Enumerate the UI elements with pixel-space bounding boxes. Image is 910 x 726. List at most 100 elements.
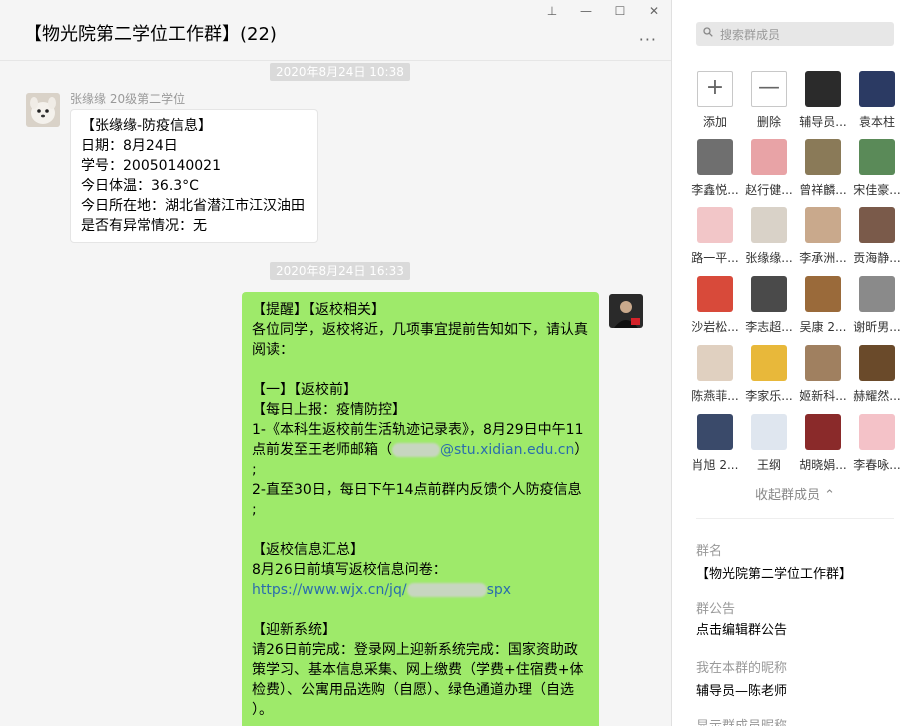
member-item[interactable]: 王纲 xyxy=(744,414,794,473)
member-item[interactable]: 李春咏... xyxy=(852,414,902,473)
sender-avatar[interactable] xyxy=(26,93,60,127)
announcement-value[interactable]: 点击编辑群公告 xyxy=(696,619,787,638)
member-avatar xyxy=(751,414,787,450)
member-name: 吴康 2... xyxy=(799,320,847,334)
chat-pane: 【物光院第二学位工作群】(22) ··· 2020年8月24日 10:38 张缘… xyxy=(0,0,672,726)
message-line: 学号：20050140021 xyxy=(81,158,221,174)
chat-title: 【物光院第二学位工作群】(22) xyxy=(24,24,277,45)
member-avatar xyxy=(859,139,895,175)
member-avatar xyxy=(805,276,841,312)
member-item[interactable]: 赫耀然... xyxy=(852,345,902,404)
member-item[interactable]: 李鑫悦... xyxy=(690,139,740,198)
message-line: 各位同学，返校将近，几项事宜提前告知如下，请认真 xyxy=(252,322,588,338)
member-avatar xyxy=(805,207,841,243)
member-item[interactable]: 李家乐... xyxy=(744,345,794,404)
member-item[interactable]: 胡晓娟... xyxy=(798,414,848,473)
member-avatar xyxy=(859,414,895,450)
group-info-panel: 搜索群成员 + 添加 — 删除 辅导员... 袁本柱 李鑫悦... 赵行健...… xyxy=(672,0,910,726)
incoming-message-bubble[interactable]: 【张缘缘-防疫信息】 日期：8月24日 学号：20050140021 今日体温：… xyxy=(70,109,318,243)
message-line: 是否有异常情况：无 xyxy=(81,218,207,234)
member-item[interactable]: 李志超... xyxy=(744,276,794,335)
divider xyxy=(696,518,894,519)
message-line xyxy=(252,520,599,540)
message-line: 检费）、公寓用品选购（自愿）、绿色通道办理（自选 xyxy=(252,682,574,698)
show-nickname-label: 显示群成员昵称 xyxy=(696,715,787,726)
self-avatar[interactable] xyxy=(609,294,643,328)
member-avatar xyxy=(859,71,895,107)
member-item[interactable]: 路一平... xyxy=(690,207,740,266)
member-name: 李春咏... xyxy=(853,458,901,472)
member-avatar xyxy=(697,414,733,450)
message-line: 2-直至30日，每日下午14点前群内反馈个人防疫信息 xyxy=(252,482,582,498)
search-placeholder: 搜索群成员 xyxy=(720,28,781,42)
survey-link-prefix[interactable]: https://www.wjx.cn/jq/ xyxy=(252,582,407,598)
message-line: ）。 xyxy=(252,702,273,718)
member-avatar xyxy=(859,276,895,312)
message-line: 【每日上报：疫情防控】 xyxy=(252,402,406,418)
group-name-value[interactable]: 【物光院第二学位工作群】 xyxy=(696,563,852,582)
member-name: 赫耀然... xyxy=(853,389,901,403)
member-avatar xyxy=(859,207,895,243)
redacted-blur xyxy=(392,443,440,457)
survey-link-suffix[interactable]: spx xyxy=(487,582,511,598)
member-item[interactable]: 李承洲... xyxy=(798,207,848,266)
member-name: 王纲 xyxy=(756,458,781,472)
message-line: 策学习、基本信息采集、网上缴费（学费+住宿费+体 xyxy=(252,662,584,678)
member-avatar xyxy=(697,139,733,175)
close-icon[interactable]: ✕ xyxy=(647,4,661,18)
member-avatar xyxy=(751,345,787,381)
member-item[interactable]: 姬新科... xyxy=(798,345,848,404)
message-line: 【迎新系统】 xyxy=(252,622,336,638)
member-item[interactable]: 谢昕男... xyxy=(852,276,902,335)
survey-link-line[interactable]: https://www.wjx.cn/jq/spx xyxy=(252,580,599,600)
member-item[interactable]: 辅导员... xyxy=(798,71,848,130)
email-link[interactable]: @stu.xidian.edu.cn xyxy=(440,442,574,458)
member-item[interactable]: 宋佳豪... xyxy=(852,139,902,198)
email-line: 点前发至王老师邮箱（ @stu.xidian.edu.cn） xyxy=(252,440,599,460)
member-avatar xyxy=(751,139,787,175)
collapse-members-button[interactable]: 收起群成员 ⌃ xyxy=(696,484,894,503)
member-name: 姬新科... xyxy=(799,389,847,403)
message-line: 【一】【返校前】 xyxy=(252,382,357,398)
member-name: 李家乐... xyxy=(745,389,793,403)
member-item[interactable]: 张缘缘... xyxy=(744,207,794,266)
member-avatar xyxy=(805,345,841,381)
member-name: 张缘缘... xyxy=(745,251,793,265)
message-line: 1-《本科生返校前生活轨迹记录表》，8月29日中午11 xyxy=(252,422,584,438)
remove-member-button[interactable]: — 删除 xyxy=(744,71,794,130)
message-timestamp: 2020年8月24日 10:38 xyxy=(270,63,410,81)
member-item[interactable]: 陈燕菲... xyxy=(690,345,740,404)
member-avatar xyxy=(697,276,733,312)
member-item[interactable]: 赵行健... xyxy=(744,139,794,198)
pin-icon[interactable]: ⊥ xyxy=(545,4,559,18)
announcement-label: 群公告 xyxy=(696,602,736,617)
wechat-group-window: 【物光院第二学位工作群】(22) ··· 2020年8月24日 10:38 张缘… xyxy=(0,0,910,726)
message-line: 今日体温：36.3°C xyxy=(81,178,199,194)
member-search-input[interactable]: 搜索群成员 xyxy=(696,22,894,46)
member-item[interactable]: 贡海静... xyxy=(852,207,902,266)
message-line: 【提醒】【返校相关】 xyxy=(252,302,385,318)
maximize-icon[interactable]: ☐ xyxy=(613,4,627,18)
member-avatar xyxy=(697,207,733,243)
member-name: 辅导员... xyxy=(799,115,847,129)
member-item[interactable]: 袁本柱 xyxy=(852,71,902,130)
message-line: 【张缘缘-防疫信息】 xyxy=(81,118,213,134)
member-avatar xyxy=(751,207,787,243)
member-item[interactable]: 曾祥麟... xyxy=(798,139,848,198)
member-avatar xyxy=(805,139,841,175)
add-member-button[interactable]: + 添加 xyxy=(690,71,740,130)
more-options-button[interactable]: ··· xyxy=(639,30,657,49)
member-item[interactable]: 肖旭 2... xyxy=(690,414,740,473)
member-name: 贡海静... xyxy=(853,251,901,265)
member-item[interactable]: 吴康 2... xyxy=(798,276,848,335)
member-item[interactable]: 沙岩松... xyxy=(690,276,740,335)
nickname-value[interactable]: 辅导员—陈老师 xyxy=(696,680,787,699)
member-name: 曾祥麟... xyxy=(799,183,847,197)
member-name: 胡晓娟... xyxy=(799,458,847,472)
member-name: 袁本柱 xyxy=(858,115,895,129)
minimize-icon[interactable]: — xyxy=(579,4,593,18)
email-suffix: ） xyxy=(574,442,589,458)
outgoing-message-bubble[interactable]: 【提醒】【返校相关】 各位同学，返校将近，几项事宜提前告知如下，请认真 阅读： … xyxy=(242,292,599,726)
member-name: 陈燕菲... xyxy=(691,389,739,403)
message-line xyxy=(252,600,599,620)
